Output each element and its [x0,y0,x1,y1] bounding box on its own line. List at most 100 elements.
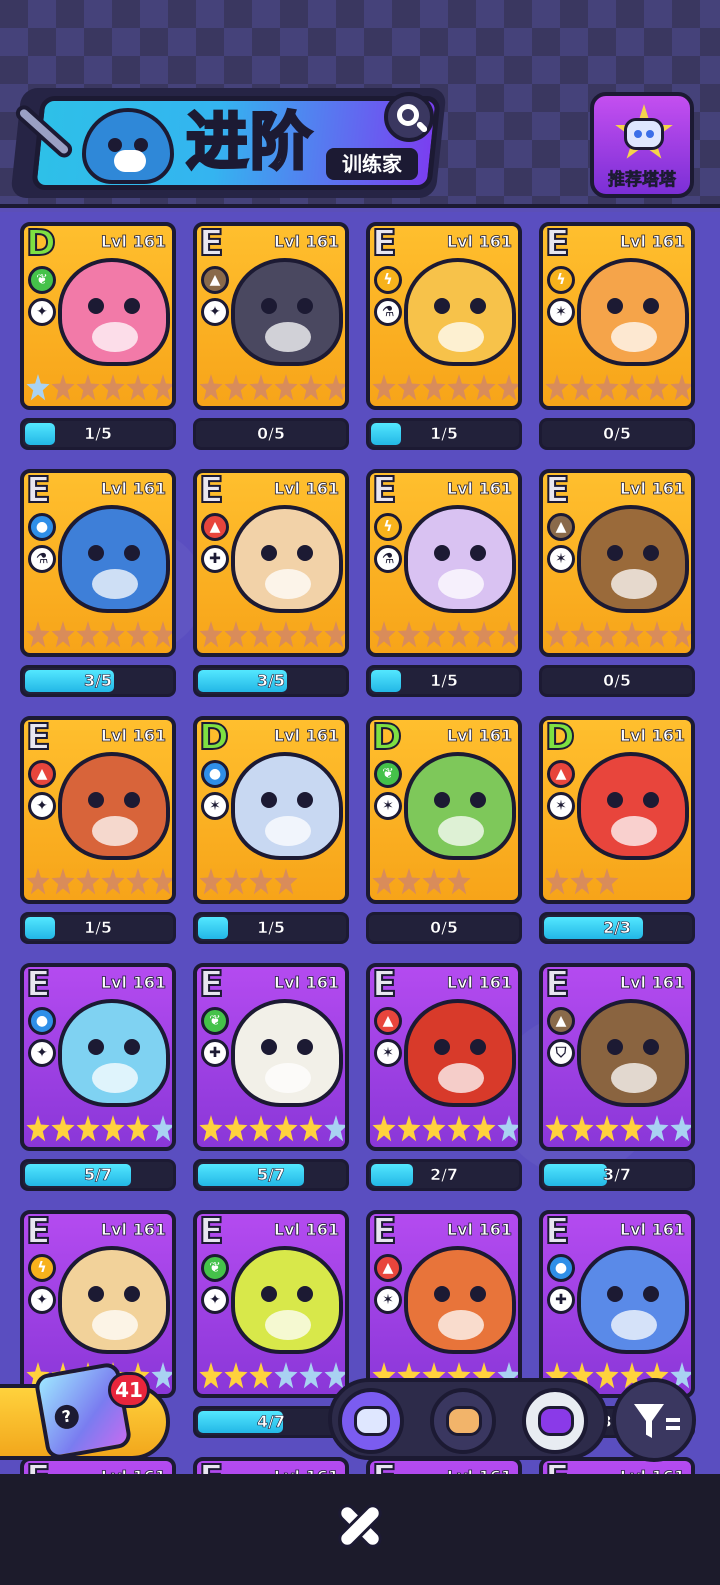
shard-progress-text: 1/5 [83,424,113,444]
electric-element-icon: ϟ [28,1254,56,1282]
trainer-portrait [58,752,170,860]
trainer-card[interactable]: E Lvl 161 ▲ ✦ [193,222,349,410]
star-icon [472,1115,496,1142]
level-label: Lvl 161 [100,232,167,252]
star-icon [126,1115,150,1142]
level-label: Lvl 161 [619,479,686,499]
search-button[interactable] [384,92,434,142]
water-element-icon: ● [28,1007,56,1035]
level-label: Lvl 161 [446,726,513,746]
trainer-portrait [58,505,170,613]
star-icon [422,621,446,648]
star-rating [26,1115,172,1145]
trainer-portrait [577,505,689,613]
assassin-role-icon: ✶ [374,792,402,820]
earth-element-icon: ▲ [547,1007,575,1035]
tab-pets[interactable] [430,1388,496,1454]
trainer-card[interactable]: E Lvl 161 ▲ ⛉ [539,963,695,1151]
shard-progress-text: 2/7 [429,1165,459,1185]
robot-cat-icon [354,1406,390,1436]
filter-button[interactable] [612,1378,696,1462]
shard-progress-text: 0/5 [256,424,286,444]
star-icon [397,374,421,401]
star-icon [645,374,669,401]
trainer-card[interactable]: Lvl 161 E [193,1457,349,1474]
trainer-portrait [577,752,689,860]
star-icon [595,868,619,895]
close-icon[interactable] [334,1500,386,1552]
star-icon [26,868,50,895]
trainer-card[interactable]: D Lvl 161 ❦ ✦ [20,222,176,410]
electric-element-icon: ϟ [374,513,402,541]
magic-role-icon: ⚗ [374,298,402,326]
trainer-card[interactable]: E Lvl 161 ▲ ✦ [20,716,176,904]
trainer-card[interactable]: E Lvl 161 ● ✦ [20,963,176,1151]
rank-letter: D [544,717,576,759]
level-label: Lvl 161 [619,232,686,252]
star-icon [447,1115,471,1142]
trainer-portrait [404,752,516,860]
trainer-card[interactable]: E Lvl 161 ϟ ⚗ [366,469,522,657]
recommend-label: 推荐塔塔 [608,170,677,191]
trainer-card[interactable]: E Lvl 161 ● ⚗ [20,469,176,657]
trainer-portrait [577,999,689,1107]
fire-element-icon: ▲ [374,1007,402,1035]
star-icon [126,868,150,895]
star-icon [76,621,100,648]
fire-element-icon: ▲ [547,760,575,788]
trainer-card[interactable]: D Lvl 161 ❦ ✶ [366,716,522,904]
shard-progress-text: 5/7 [83,1165,113,1185]
star-rating [372,621,518,651]
star-icon [620,374,644,401]
star-icon [224,374,248,401]
star-icon [101,868,125,895]
rank-letter: E [25,1461,52,1474]
trainer-card[interactable]: E Lvl 161 ▲ ✶ [366,1210,522,1398]
trainer-card[interactable]: E Lvl 161 ϟ ✶ [539,222,695,410]
trainer-card[interactable]: D Lvl 161 ● ✶ [193,716,349,904]
trainer-card[interactable]: E Lvl 161 ● ✚ [539,1210,695,1398]
level-label: Lvl 161 [100,479,167,499]
star-icon [126,621,150,648]
star-rating [545,1115,691,1145]
star-icon [274,868,298,895]
tab-trainers[interactable] [338,1388,404,1454]
attack-role-icon: ✦ [201,1286,229,1314]
rank-letter: E [25,470,52,512]
star-icon [199,1362,223,1389]
star-icon [570,868,594,895]
star-icon [670,374,691,401]
star-icon [545,868,569,895]
trainer-card[interactable]: E Lvl 161 ϟ ⚗ [366,222,522,410]
star-icon [397,621,421,648]
level-label: Lvl 161 [100,1220,167,1240]
rank-letter: E [25,717,52,759]
trainer-card[interactable]: D Lvl 161 ▲ ✶ [539,716,695,904]
rank-letter: D [198,717,230,759]
rank-letter: E [371,1211,398,1253]
star-rating [545,374,691,404]
star-icon [249,621,273,648]
trainer-card[interactable]: E Lvl 161 ▲ ✶ [539,469,695,657]
star-icon [26,1115,50,1142]
purple-cat-badge-icon [538,1406,574,1436]
rank-letter: E [198,1211,225,1253]
attack-role-icon: ✦ [28,1039,56,1067]
star-rating [199,621,345,651]
trainer-portrait [231,1246,343,1354]
trainer-card[interactable]: E Lvl 161 ▲ ✶ [366,963,522,1151]
trainer-card[interactable]: E Lvl 161 ▲ ✚ [193,469,349,657]
assassin-role-icon: ✶ [547,792,575,820]
level-label: Lvl 161 [446,479,513,499]
star-icon [299,374,323,401]
trainer-card[interactable]: E Lvl 161 ❦ ✦ [193,1210,349,1398]
shard-progress-bar: 3/5 [20,665,176,697]
rank-letter: E [544,964,571,1006]
tab-skins[interactable] [522,1388,588,1454]
rank-letter: E [198,1461,225,1474]
defense-role-icon: ⛉ [547,1039,575,1067]
star-icon [299,1115,323,1142]
trainer-card[interactable]: E Lvl 161 ❦ ✚ [193,963,349,1151]
recommend-button[interactable]: 推荐塔塔 [590,92,694,198]
shard-progress-bar: 5/7 [193,1159,349,1191]
